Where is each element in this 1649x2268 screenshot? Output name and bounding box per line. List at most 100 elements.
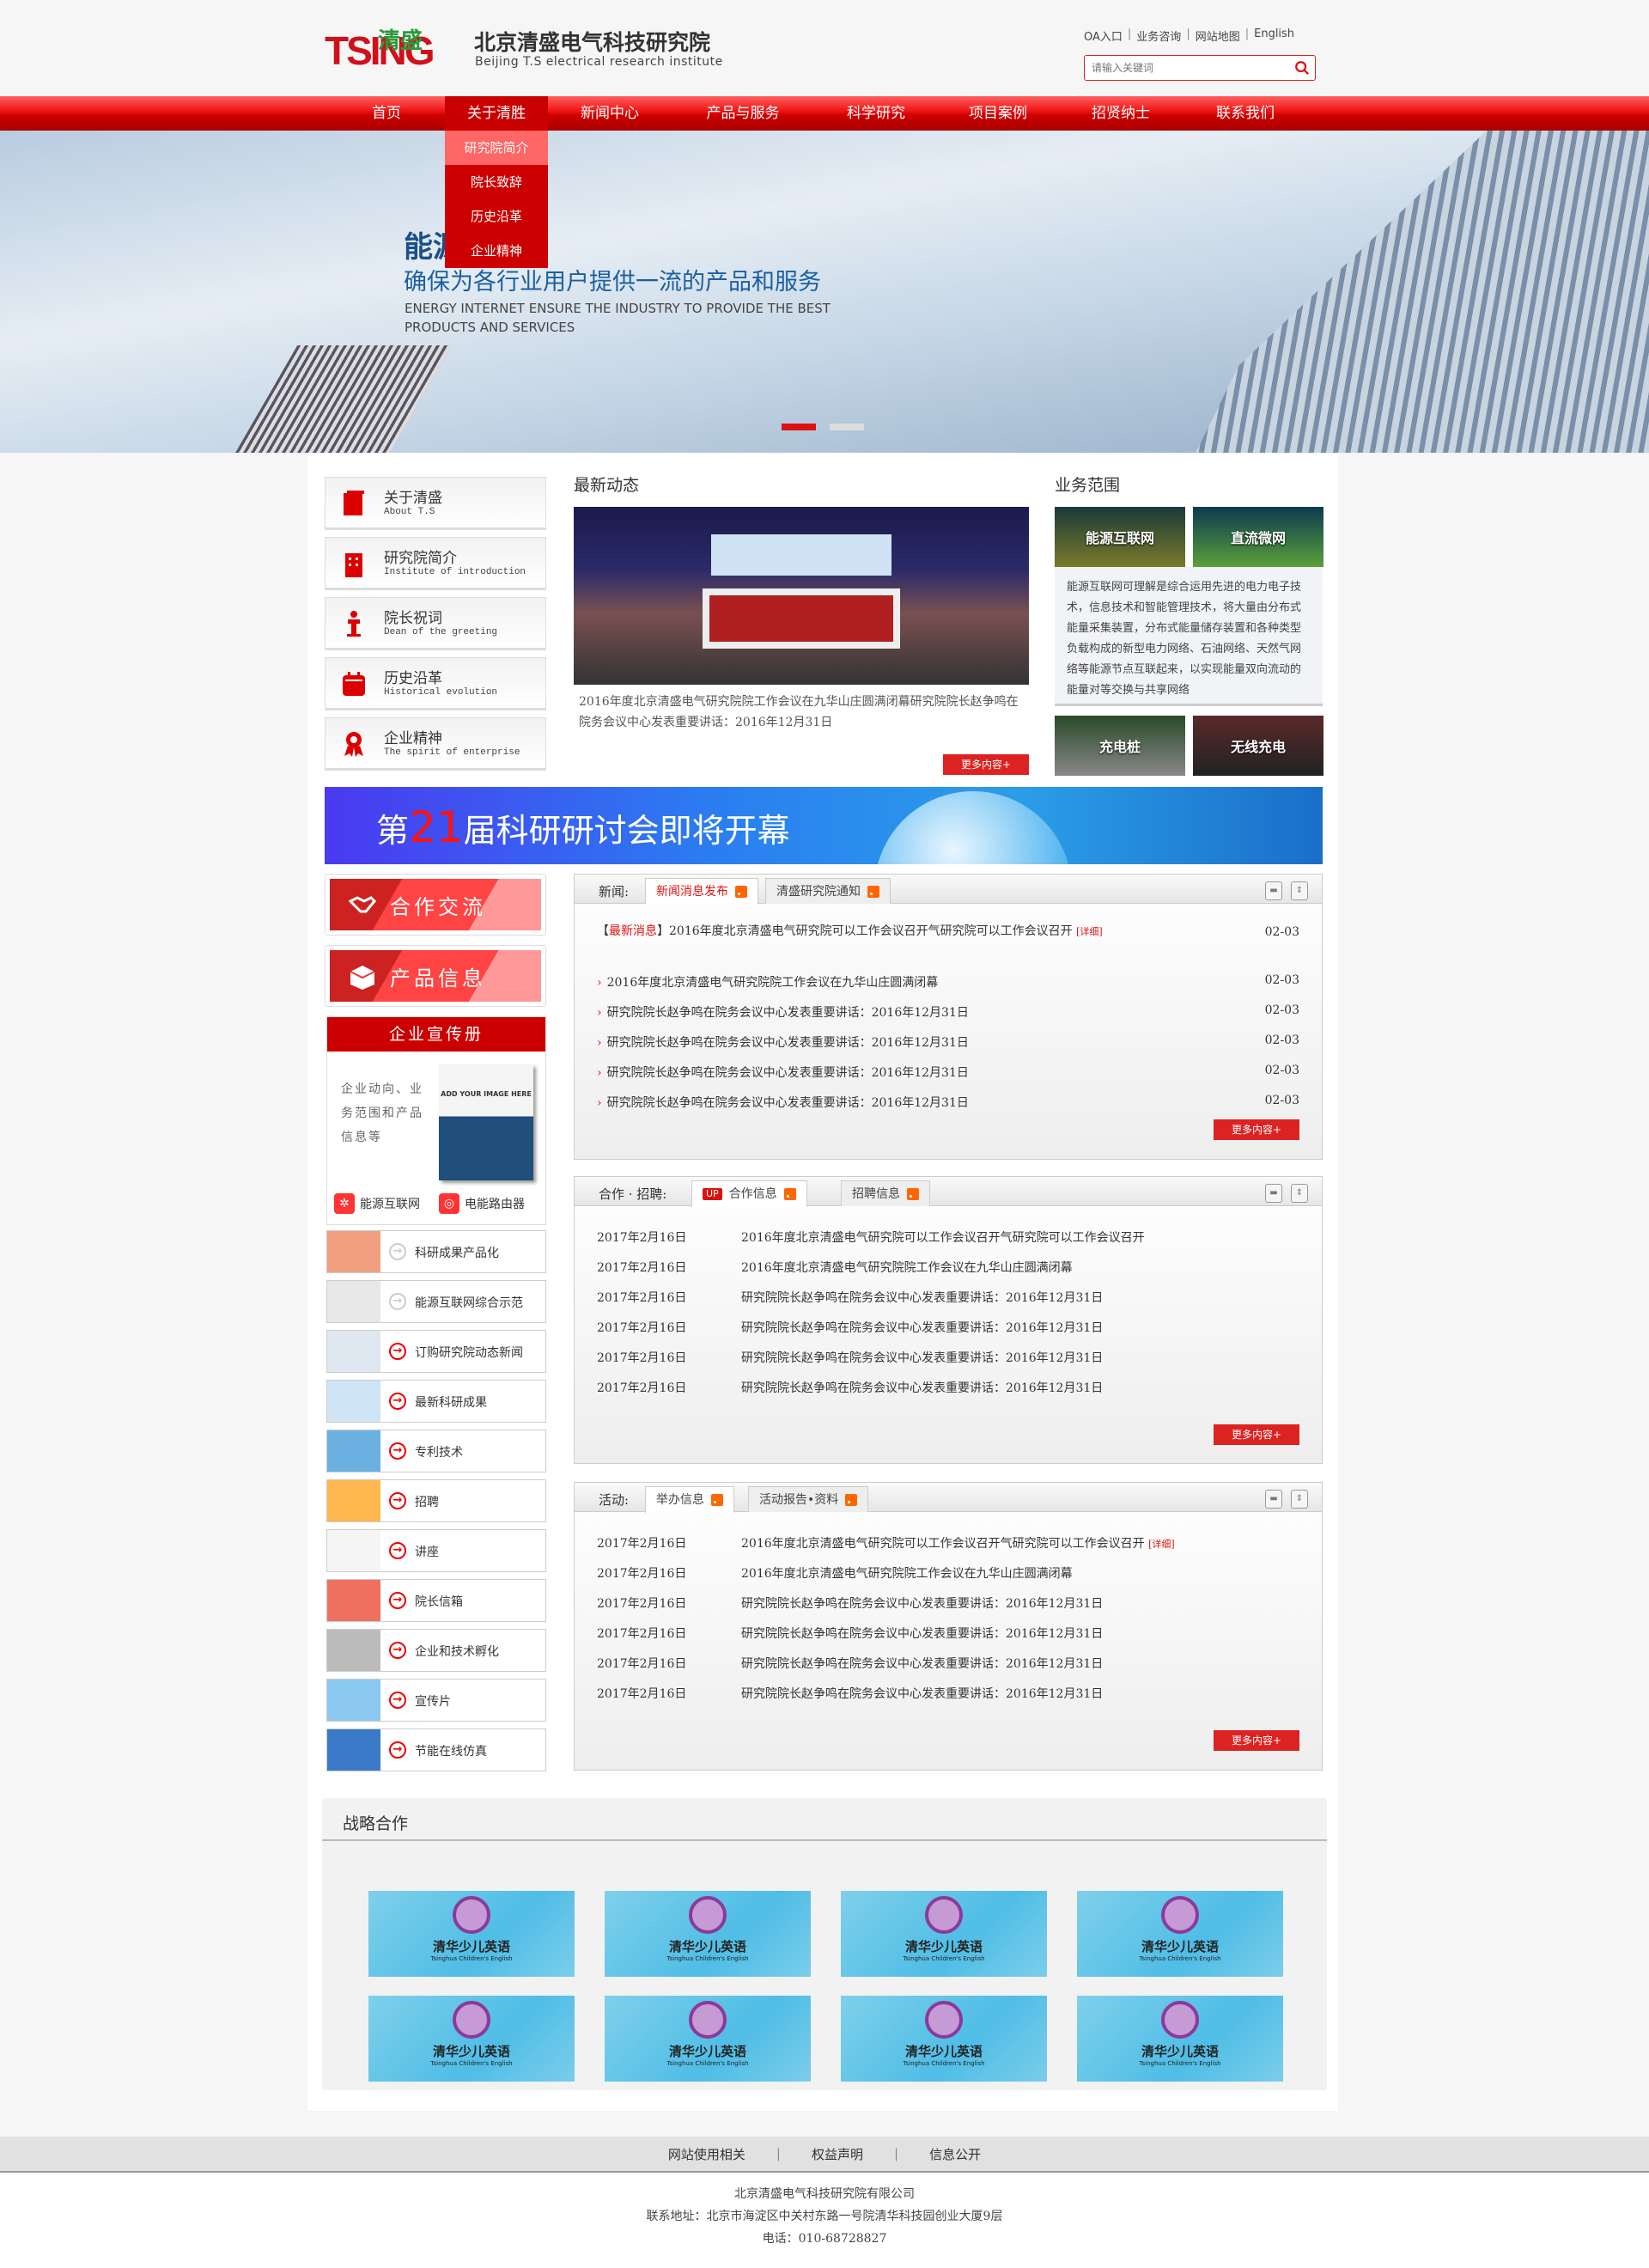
footer-link[interactable]: 权益声明: [812, 2145, 863, 2163]
more-button[interactable]: 更多内容+: [943, 754, 1029, 775]
brochure-image[interactable]: ADD YOUR IMAGE HERE: [439, 1064, 533, 1180]
slide-dot[interactable]: [830, 424, 864, 430]
side-list-item[interactable]: → 科研成果产品化: [326, 1230, 546, 1273]
left-menu-greeting[interactable]: 院长祝词 Dean of the greeting: [325, 597, 546, 649]
dropdown-item[interactable]: 历史沿革: [445, 199, 548, 234]
news-row[interactable]: › 研究院院长赵争鸣在院务会议中心发表重要讲话：2016年12月31日 02-03: [597, 1094, 1299, 1111]
list-row[interactable]: 2017年2月16日 研究院院长赵争鸣在院务会议中心发表重要讲话：2016年12月…: [597, 1655, 1299, 1672]
list-row[interactable]: 2017年2月16日 研究院院长赵争鸣在院务会议中心发表重要讲话：2016年12月…: [597, 1349, 1299, 1366]
scroll-arrows-icon[interactable]: ⇕: [1291, 1490, 1308, 1509]
link-consult[interactable]: 业务咨询: [1136, 27, 1181, 44]
scroll-arrows-icon[interactable]: ⇕: [1291, 881, 1308, 900]
tab-coop-info[interactable]: UP 合作信息: [691, 1180, 807, 1207]
partner-logo[interactable]: 清华少儿英语 Tsinghua Children's English: [841, 1996, 1047, 2082]
slide-dot[interactable]: [782, 424, 816, 430]
row-title: 研究院院长赵争鸣在院务会议中心发表重要讲话：2016年12月31日: [741, 1597, 1104, 1611]
side-list-item[interactable]: → 宣传片: [326, 1679, 546, 1722]
link-sitemap[interactable]: 网站地图: [1196, 27, 1240, 44]
brochure-desc: 企业动向、业务范围和产品信息等: [341, 1082, 423, 1144]
side-list-item[interactable]: → 能源互联网综合示范: [326, 1280, 546, 1323]
link-oa[interactable]: OA入口: [1084, 27, 1123, 44]
side-list-item[interactable]: → 最新科研成果: [326, 1380, 546, 1423]
dropdown-item[interactable]: 研究院简介: [445, 131, 548, 165]
logo[interactable]: TSING 清盛: [325, 27, 453, 73]
tab-recruit-info[interactable]: 招聘信息: [841, 1180, 930, 1206]
partner-logo[interactable]: 清华少儿英语 Tsinghua Children's English: [1077, 1891, 1283, 1977]
side-list-item[interactable]: → 节能在线仿真: [326, 1728, 546, 1771]
item-label: 最新科研成果: [415, 1396, 487, 1410]
news-row[interactable]: › 研究院院长赵争鸣在院务会议中心发表重要讲话：2016年12月31日 02-03: [597, 1064, 1299, 1081]
nav-contact[interactable]: 联系我们: [1202, 96, 1288, 131]
list-row[interactable]: 2017年2月16日 2016年度北京清盛电气研究院院工作会议在九华山庄圆满闭幕: [597, 1564, 1299, 1582]
detail-link[interactable]: [详细]: [1148, 1539, 1175, 1550]
minimize-icon[interactable]: ▬: [1265, 1490, 1282, 1509]
partner-logo[interactable]: 清华少儿英语 Tsinghua Children's English: [841, 1891, 1047, 1977]
nav-about[interactable]: 关于清胜: [445, 96, 548, 131]
tile-wireless-charging[interactable]: 无线充电: [1193, 716, 1323, 776]
tab-events[interactable]: 举办信息: [645, 1486, 734, 1513]
left-menu-history[interactable]: 历史沿革 Historical evolution: [325, 657, 546, 709]
tab-news-release[interactable]: 新闻消息发布: [645, 878, 758, 905]
scroll-arrows-icon[interactable]: ⇕: [1291, 1184, 1308, 1203]
list-row[interactable]: 2017年2月16日 2016年度北京清盛电气研究院可以工作会议召开气研究院可以工…: [597, 1534, 1299, 1552]
search-icon[interactable]: [1294, 60, 1310, 76]
list-row[interactable]: 2017年2月16日 研究院院长赵争鸣在院务会议中心发表重要讲话：2016年12月…: [597, 1289, 1299, 1306]
list-row[interactable]: 2017年2月16日 研究院院长赵争鸣在院务会议中心发表重要讲话：2016年12月…: [597, 1594, 1299, 1612]
side-list-item[interactable]: → 订购研究院动态新闻: [326, 1330, 546, 1373]
link-energy-internet[interactable]: ✲ 能源互联网: [334, 1193, 420, 1214]
news-photo[interactable]: [574, 507, 1029, 685]
link-english[interactable]: English: [1254, 27, 1294, 44]
partner-logo[interactable]: 清华少儿英语 Tsinghua Children's English: [605, 1996, 811, 2082]
tab-notices[interactable]: 清盛研究院通知: [765, 878, 891, 904]
news-row[interactable]: › 研究院院长赵争鸣在院务会议中心发表重要讲话：2016年12月31日 02-03: [597, 1033, 1299, 1051]
side-list-item[interactable]: → 招聘: [326, 1479, 546, 1522]
product-info-button[interactable]: 产品信息: [325, 945, 546, 1007]
nav-news[interactable]: 新闻中心: [567, 96, 653, 131]
minimize-icon[interactable]: ▬: [1265, 881, 1282, 900]
tab-reports[interactable]: 活动报告•资料: [748, 1486, 869, 1512]
more-button[interactable]: 更多内容+: [1214, 1730, 1299, 1751]
more-button[interactable]: 更多内容+: [1214, 1119, 1299, 1140]
list-row[interactable]: 2017年2月16日 研究院院长赵争鸣在院务会议中心发表重要讲话：2016年12月…: [597, 1319, 1299, 1336]
partner-logo[interactable]: 清华少儿英语 Tsinghua Children's English: [368, 1996, 575, 2082]
dropdown-item[interactable]: 企业精神: [445, 234, 548, 268]
news-caption[interactable]: 2016年度北京清盛电气研究院院工作会议在九华山庄圆满闭幕研究院院长赵争鸣在院务…: [579, 692, 1025, 733]
detail-link[interactable]: [详细]: [1076, 926, 1103, 937]
side-list-item[interactable]: → 讲座: [326, 1529, 546, 1572]
left-menu-spirit[interactable]: 企业精神 The spirit of enterprise: [325, 717, 546, 769]
list-row[interactable]: 2017年2月16日 研究院院长赵争鸣在院务会议中心发表重要讲话：2016年12月…: [597, 1685, 1299, 1702]
list-row[interactable]: 2017年2月16日 2016年度北京清盛电气研究院可以工作会议召开气研究院可以工…: [597, 1228, 1299, 1246]
university-seal-icon: [925, 2001, 963, 2039]
news-row[interactable]: 【最新消息】2016年度北京清盛电气研究院可以工作会议召开气研究院可以工作会议召…: [597, 922, 1299, 939]
tile-dc-microgrid[interactable]: 直流微网: [1193, 507, 1323, 567]
partner-logo[interactable]: 清华少儿英语 Tsinghua Children's English: [1077, 1996, 1283, 2082]
list-row[interactable]: 2017年2月16日 研究院院长赵争鸣在院务会议中心发表重要讲话：2016年12月…: [597, 1625, 1299, 1642]
side-list-item[interactable]: → 专利技术: [326, 1430, 546, 1472]
minimize-icon[interactable]: ▬: [1265, 1184, 1282, 1203]
left-menu-intro[interactable]: 研究院简介 Institute of introduction: [325, 537, 546, 588]
left-menu-about[interactable]: 关于清盛 About T.S: [325, 477, 546, 528]
more-button[interactable]: 更多内容+: [1214, 1424, 1299, 1445]
nav-research[interactable]: 科学研究: [833, 96, 919, 131]
side-list-item[interactable]: → 企业和技术孵化: [326, 1629, 546, 1672]
nav-products[interactable]: 产品与服务: [691, 96, 794, 131]
news-row[interactable]: › 研究院院长赵争鸣在院务会议中心发表重要讲话：2016年12月31日 02-03: [597, 1003, 1299, 1021]
partner-logo[interactable]: 清华少儿英语 Tsinghua Children's English: [368, 1891, 575, 1977]
search-input[interactable]: [1085, 56, 1274, 80]
footer-link[interactable]: 信息公开: [929, 2145, 981, 2163]
partner-logo[interactable]: 清华少儿英语 Tsinghua Children's English: [605, 1891, 811, 1977]
nav-jobs[interactable]: 招贤纳士: [1078, 96, 1164, 131]
nav-home[interactable]: 首页: [352, 96, 421, 131]
nav-cases[interactable]: 项目案例: [955, 96, 1041, 131]
side-list-item[interactable]: → 院长信箱: [326, 1579, 546, 1622]
footer-link[interactable]: 网站使用相关: [668, 2145, 745, 2163]
news-row[interactable]: › 2016年度北京清盛电气研究院院工作会议在九华山庄圆满闭幕 02-03: [597, 973, 1299, 991]
seminar-banner[interactable]: 第21届科研研讨会即将开幕: [325, 787, 1323, 864]
link-power-router[interactable]: ◎ 电能路由器: [439, 1193, 525, 1214]
list-row[interactable]: 2017年2月16日 研究院院长赵争鸣在院务会议中心发表重要讲话：2016年12月…: [597, 1379, 1299, 1396]
tile-charging-pile[interactable]: 充电桩: [1055, 716, 1185, 776]
dropdown-item[interactable]: 院长致辞: [445, 165, 548, 199]
list-row[interactable]: 2017年2月16日 2016年度北京清盛电气研究院院工作会议在九华山庄圆满闭幕: [597, 1259, 1299, 1276]
cooperation-button[interactable]: 合作交流: [325, 874, 546, 936]
tile-energy-internet[interactable]: 能源互联网: [1055, 507, 1185, 567]
